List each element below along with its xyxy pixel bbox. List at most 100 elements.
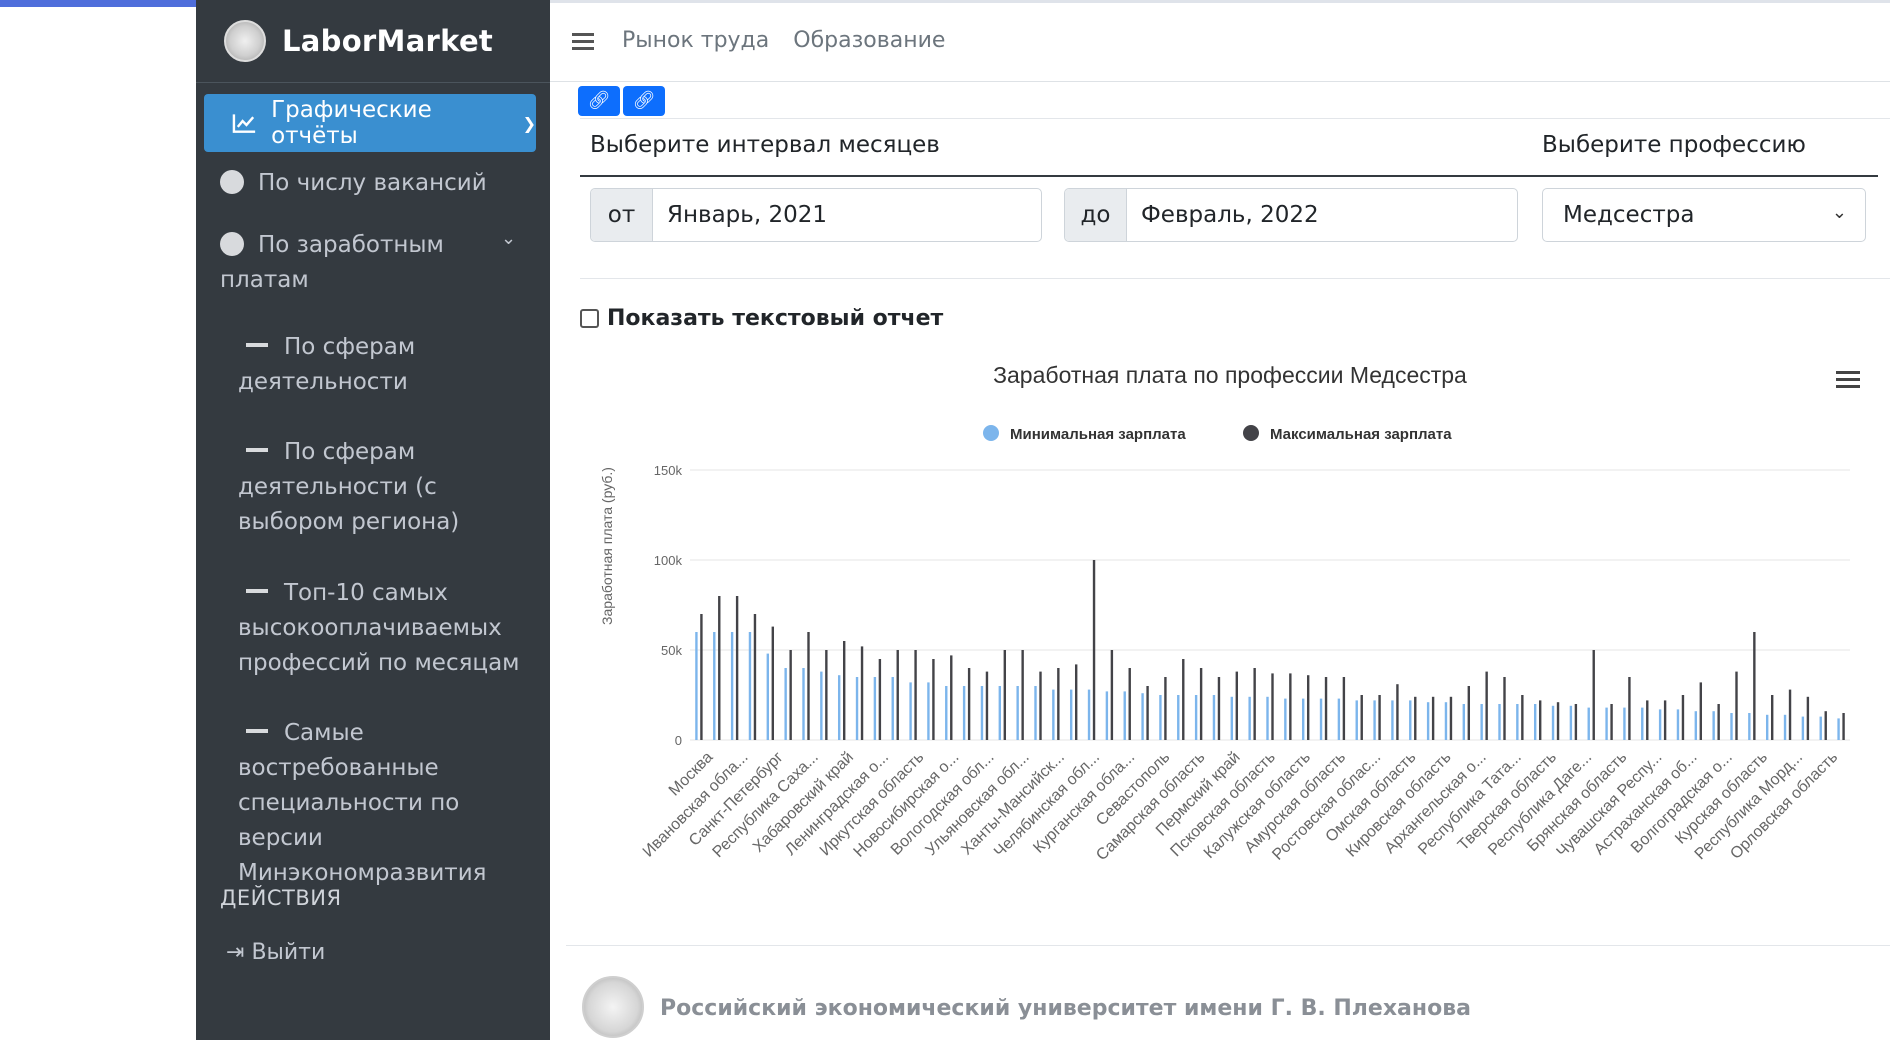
bar-min[interactable] [1765, 714, 1769, 740]
bar-max[interactable] [1360, 695, 1363, 740]
bar-max[interactable] [1610, 704, 1613, 740]
bar-min[interactable] [1551, 705, 1555, 740]
bar-max[interactable] [1092, 560, 1096, 740]
bar-min[interactable] [1819, 716, 1822, 740]
bar-min[interactable] [1052, 689, 1055, 740]
bar-min[interactable] [1658, 709, 1662, 740]
bar-min[interactable] [962, 686, 966, 740]
bar-min[interactable] [820, 671, 823, 740]
bar-max[interactable] [735, 596, 739, 740]
bar-min[interactable] [1194, 695, 1198, 740]
bar-max[interactable] [1842, 713, 1845, 740]
bar-min[interactable] [1498, 704, 1501, 740]
bar-min[interactable] [945, 686, 948, 740]
bar-min[interactable] [1748, 713, 1751, 740]
bar-min[interactable] [1605, 707, 1608, 740]
bar-min[interactable] [1391, 700, 1394, 740]
bar-min[interactable] [1123, 691, 1126, 740]
bar-min[interactable] [1266, 696, 1269, 740]
bar-max[interactable] [1146, 686, 1149, 740]
bar-max[interactable] [1182, 659, 1185, 740]
bar-max[interactable] [860, 646, 864, 740]
bar-max[interactable] [1628, 677, 1631, 740]
bar-min[interactable] [873, 677, 877, 740]
bar-max[interactable] [1485, 671, 1488, 740]
bar-max[interactable] [1110, 650, 1114, 740]
text-report-toggle[interactable]: Показать текстовый отчет [580, 306, 943, 331]
sidebar-subitem-top10[interactable]: Топ-10 самых высокооплачиваемых професси… [238, 576, 538, 681]
bar-min[interactable] [1676, 709, 1680, 740]
bar-max[interactable] [1306, 675, 1310, 740]
bar-max[interactable] [1039, 671, 1042, 740]
bar-min[interactable] [1159, 695, 1162, 740]
bar-max[interactable] [1414, 696, 1417, 740]
bar-min[interactable] [1837, 718, 1840, 740]
bar-min[interactable] [1105, 691, 1109, 740]
bar-min[interactable] [1783, 714, 1787, 740]
bar-max[interactable] [1753, 632, 1756, 740]
bar-max[interactable] [1538, 700, 1542, 740]
brand[interactable]: LaborMarket [196, 0, 550, 83]
sidebar-subitem-spheres-region[interactable]: По сферам деятельности (с выбором регион… [238, 435, 538, 540]
bar-max[interactable] [753, 614, 757, 740]
bar-min[interactable] [1212, 695, 1216, 740]
bar-max[interactable] [896, 650, 899, 740]
from-value[interactable]: Январь, 2021 [653, 189, 827, 241]
bar-min[interactable] [1034, 686, 1037, 740]
bar-max[interactable] [1556, 702, 1560, 740]
bar-min[interactable] [1426, 702, 1430, 740]
bar-min[interactable] [1069, 689, 1073, 740]
bar-min[interactable] [1319, 698, 1323, 740]
bar-max[interactable] [1824, 711, 1827, 740]
bar-min[interactable] [784, 668, 787, 740]
bar-max[interactable] [1057, 668, 1060, 740]
bar-min[interactable] [1623, 707, 1626, 740]
bar-max[interactable] [1164, 677, 1167, 740]
bar-min[interactable] [1801, 716, 1805, 740]
bar-min[interactable] [1409, 700, 1412, 740]
bar-min[interactable] [1480, 704, 1483, 740]
bar-max[interactable] [1467, 686, 1471, 740]
bar-max[interactable] [1788, 689, 1792, 740]
bar-min[interactable] [1444, 702, 1448, 740]
bar-min[interactable] [1337, 698, 1341, 740]
link-button[interactable]: 🔗︎ [623, 86, 665, 116]
sidebar-item-vacancies[interactable]: По числу вакансий [220, 166, 487, 201]
chevron-down-icon[interactable]: ⌄ [501, 228, 516, 249]
logout-link[interactable]: ⇥ Выйти [226, 940, 325, 965]
bar-min[interactable] [802, 668, 805, 740]
bar-min[interactable] [909, 682, 912, 740]
bar-min[interactable] [1355, 700, 1358, 740]
bar-max[interactable] [950, 655, 953, 740]
bar-max[interactable] [1699, 682, 1703, 740]
legend-label-max[interactable]: Максимальная зарплата [1270, 426, 1452, 443]
date-from-field[interactable]: от Январь, 2021 [590, 188, 1042, 242]
bar-max[interactable] [1003, 650, 1007, 740]
bar-min[interactable] [748, 632, 752, 740]
bar-max[interactable] [1378, 695, 1381, 740]
bar-max[interactable] [1806, 696, 1810, 740]
to-value[interactable]: Февраль, 2022 [1127, 189, 1319, 241]
bar-max[interactable] [1289, 673, 1292, 740]
bar-min[interactable] [1373, 700, 1376, 740]
sidebar-subitem-spheres[interactable]: По сферам деятельности [238, 330, 538, 400]
bar-min[interactable] [1248, 696, 1251, 740]
bar-min[interactable] [1730, 713, 1733, 740]
bar-max[interactable] [1503, 677, 1506, 740]
nav-link-education[interactable]: Образование [793, 28, 945, 53]
bar-max[interactable] [967, 668, 971, 740]
bar-min[interactable] [1016, 686, 1019, 740]
bar-max[interactable] [771, 626, 775, 740]
bar-min[interactable] [713, 632, 716, 740]
bar-min[interactable] [695, 632, 698, 740]
bar-max[interactable] [807, 632, 810, 740]
bar-max[interactable] [1217, 677, 1221, 740]
bar-max[interactable] [1681, 695, 1685, 740]
sidebar-item-graphic-reports[interactable]: Графические отчёты ❯ [204, 94, 536, 152]
bar-max[interactable] [985, 671, 989, 740]
sidebar-item-salaries[interactable]: По заработным платам [220, 228, 490, 298]
bar-min[interactable] [1462, 704, 1466, 740]
bar-min[interactable] [730, 632, 734, 740]
bar-min[interactable] [1230, 696, 1234, 740]
bar-max[interactable] [1449, 696, 1453, 740]
